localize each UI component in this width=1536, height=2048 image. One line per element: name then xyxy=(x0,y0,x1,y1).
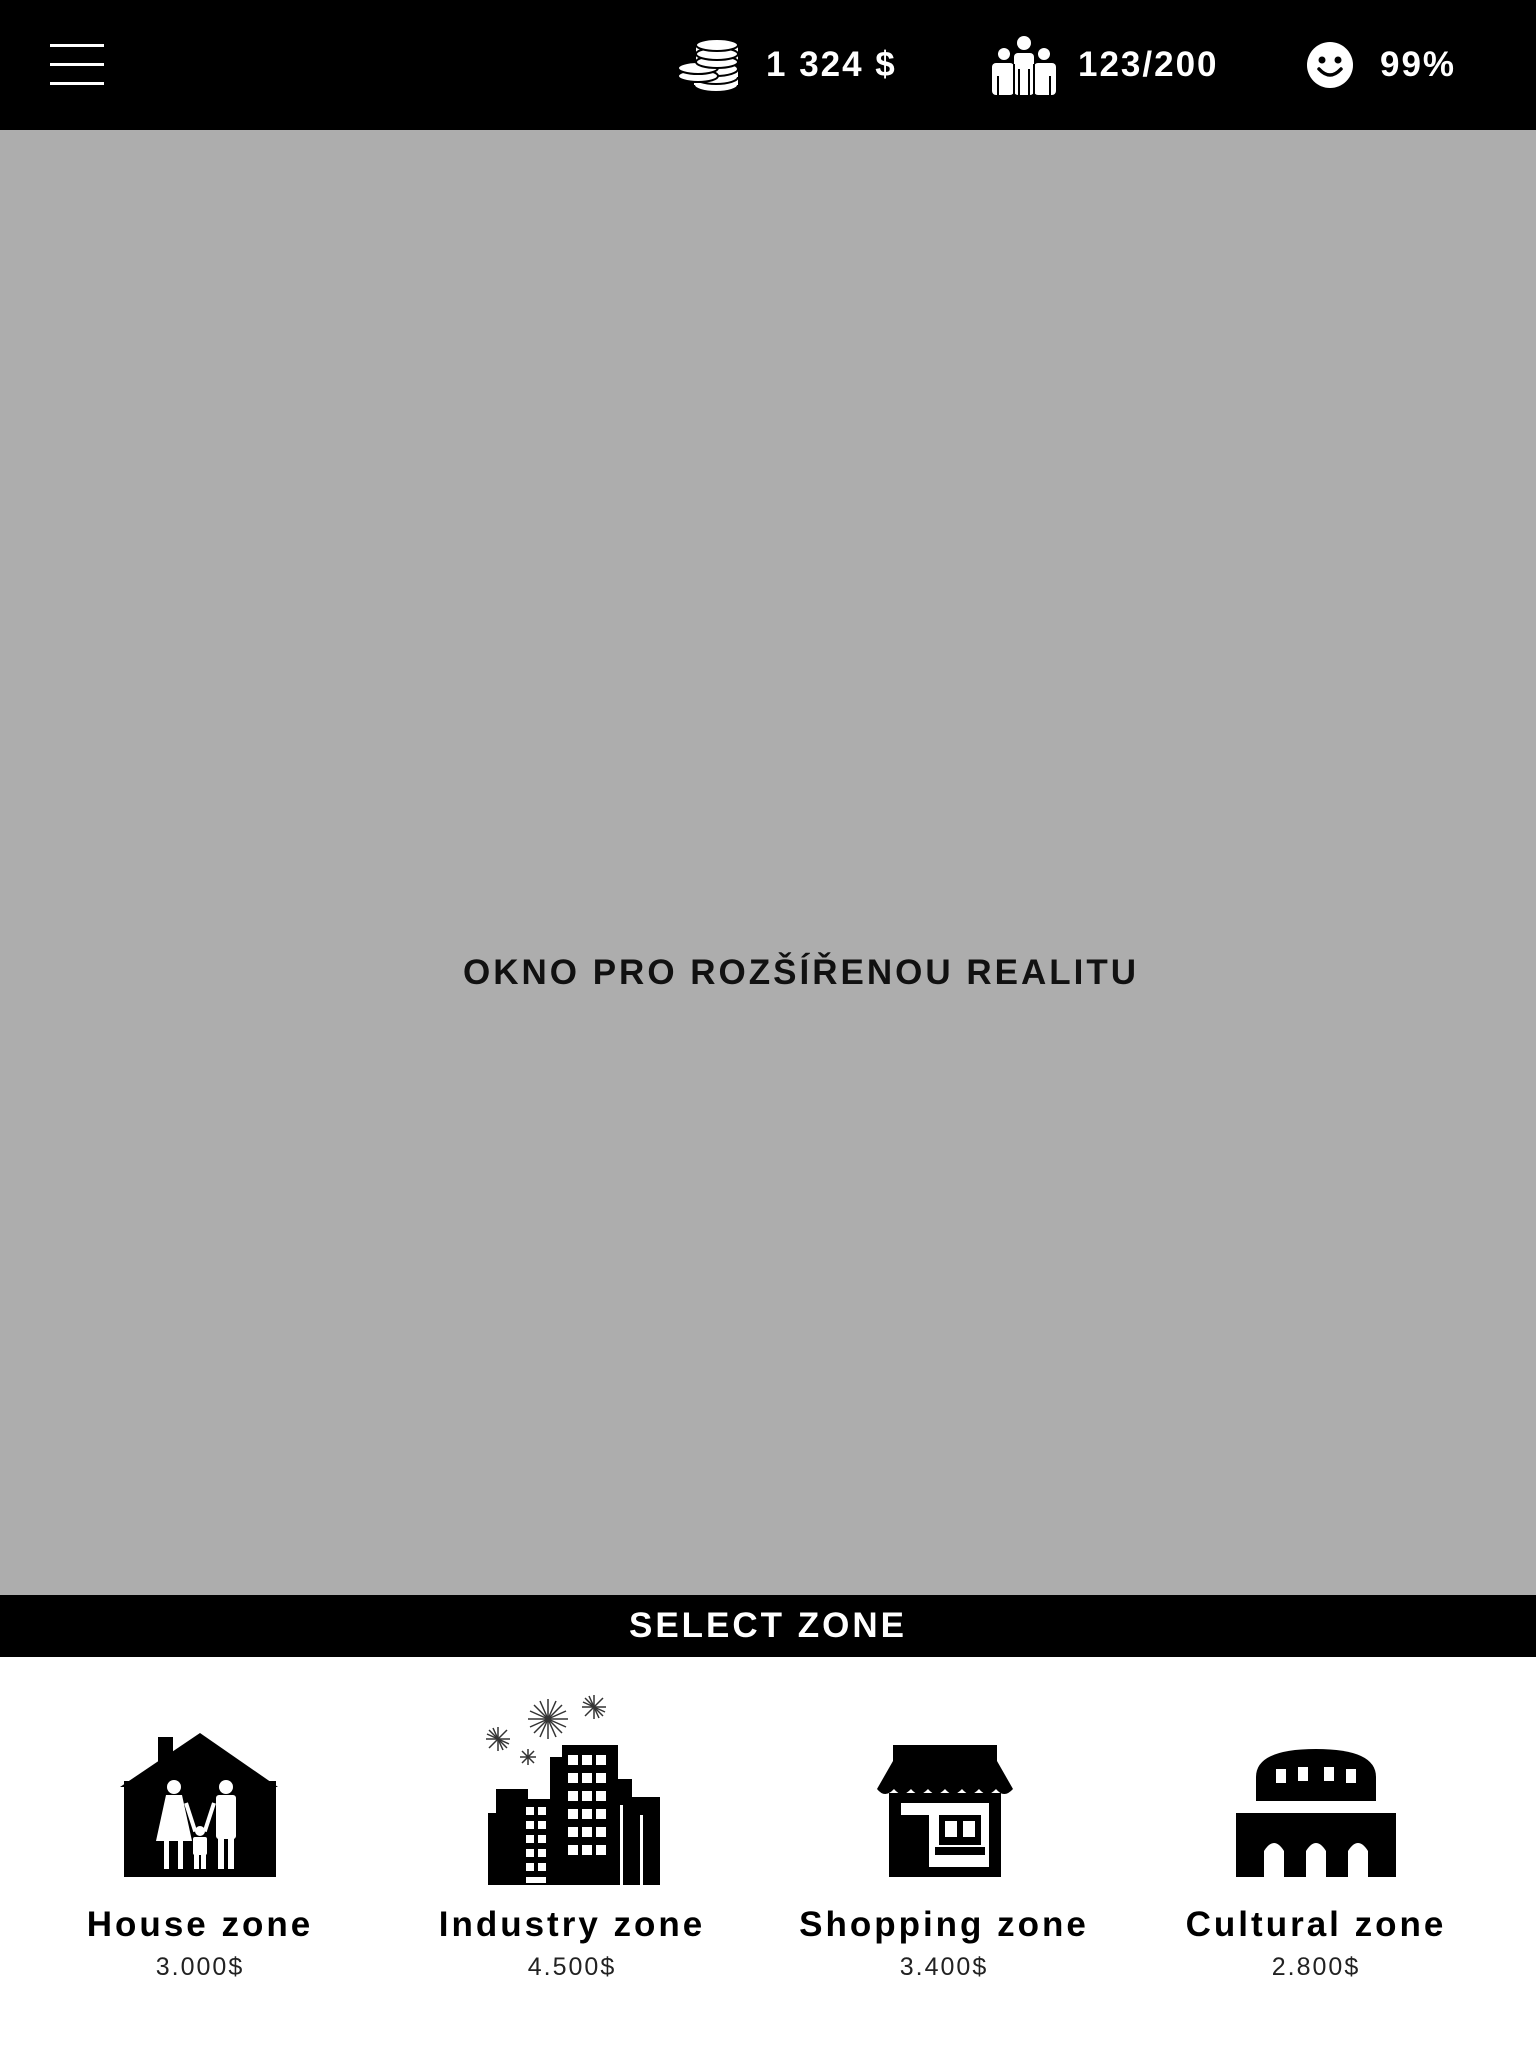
zone-name: House zone xyxy=(86,1905,314,1944)
zone-picker: House zone 3.000$ Industry zone 4.500$ S… xyxy=(0,1657,1536,2048)
happiness-value: 99% xyxy=(1380,45,1457,84)
population-value: 123/200 xyxy=(1078,45,1219,84)
money-value: 1 324 $ xyxy=(766,45,897,84)
top-hud-bar: 1 324 $ 123/200 99% xyxy=(0,0,1536,130)
family-house-icon xyxy=(120,1733,278,1877)
select-zone-header: SELECT ZONE xyxy=(0,1595,1536,1657)
happiness-stat: 99% xyxy=(1306,0,1456,130)
people-group-icon xyxy=(992,36,1056,95)
zone-name: Cultural zone xyxy=(1185,1905,1447,1944)
shop-storefront-icon xyxy=(877,1745,1013,1877)
population-stat: 123/200 xyxy=(988,0,1219,130)
money-stat: 1 324 $ xyxy=(676,0,897,130)
zone-industry[interactable]: Industry zone 4.500$ xyxy=(380,1657,764,2048)
smiley-face-icon xyxy=(1307,42,1353,88)
ar-window-label: OKNO PRO ROZŠÍŘENOU REALITU xyxy=(462,953,1140,992)
colosseum-icon xyxy=(1236,1749,1396,1877)
zone-cultural[interactable]: Cultural zone 2.800$ xyxy=(1124,1657,1508,2048)
zone-price: 2.800$ xyxy=(1271,1953,1361,1981)
zone-house[interactable]: House zone 3.000$ xyxy=(8,1657,392,2048)
hamburger-menu-icon[interactable] xyxy=(50,44,104,86)
coins-stack-icon xyxy=(677,38,739,93)
zone-shopping[interactable]: Shopping zone 3.400$ xyxy=(752,1657,1136,2048)
zone-price: 3.400$ xyxy=(899,1953,989,1981)
zone-price: 4.500$ xyxy=(527,1953,617,1981)
zone-name: Industry zone xyxy=(438,1905,706,1944)
zone-price: 3.000$ xyxy=(155,1953,245,1981)
zone-name: Shopping zone xyxy=(799,1905,1089,1944)
ar-view-window[interactable]: OKNO PRO ROZŠÍŘENOU REALITU xyxy=(0,130,1536,1595)
city-buildings-fireworks-icon xyxy=(486,1695,660,1885)
